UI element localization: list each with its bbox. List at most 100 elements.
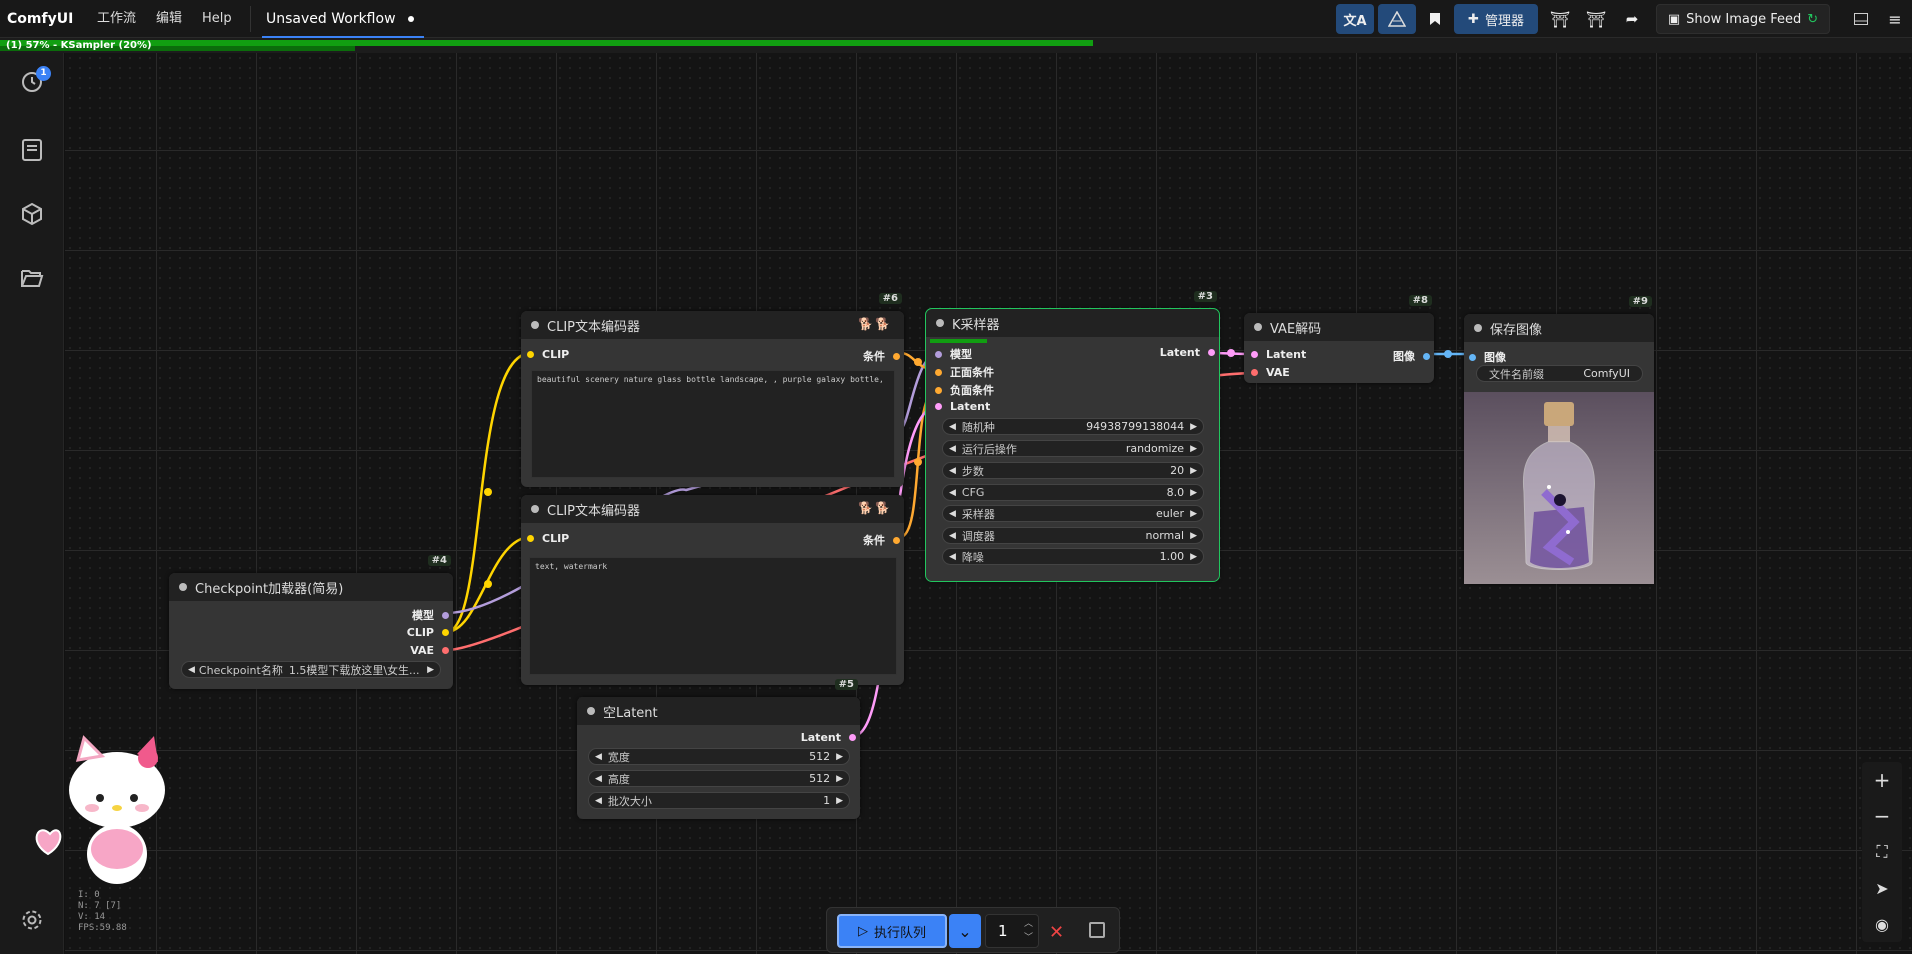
collapse-dot-icon[interactable] — [1254, 323, 1262, 331]
node-title[interactable]: CLIP文本编码器 — [521, 311, 904, 339]
arrow-left-icon[interactable]: ◀ — [188, 665, 195, 675]
arrow-left-icon[interactable]: ◀ — [949, 422, 956, 432]
collapse-dot-icon[interactable] — [1474, 324, 1482, 332]
widget-cfg[interactable]: ◀ CFG 8.0 ▶ — [942, 484, 1204, 501]
arrow-left-icon[interactable]: ◀ — [949, 531, 956, 541]
widget-value: 512 — [809, 750, 831, 763]
node-title[interactable]: CLIP文本编码器 — [521, 495, 904, 523]
arrow-left-icon[interactable]: ◀ — [949, 444, 956, 454]
run-queue-button[interactable]: ▷ 执行队列 — [837, 914, 947, 948]
arrow-right-icon[interactable]: ▶ — [1190, 466, 1197, 476]
node-badge-icons: 🐕🐕 — [858, 317, 892, 331]
run-label: 执行队列 — [873, 925, 926, 941]
output-conditioning[interactable]: 条件 — [863, 348, 900, 364]
collapse-dot-icon[interactable] — [587, 707, 595, 715]
run-mode-dropdown[interactable]: ⌄ — [949, 914, 981, 948]
arrow-right-icon[interactable]: ▶ — [1190, 444, 1197, 454]
pointer-mode-button[interactable]: ➤ — [1862, 870, 1902, 906]
widget-control-after-generate[interactable]: ◀ 运行后操作 randomize ▶ — [942, 440, 1204, 457]
node-empty-latent[interactable]: #5 空Latent Latent ◀ 宽度 512 ▶ ◀ 高度 512 ▶ ◀ 批次大小 1… — [577, 679, 860, 819]
slot-label: 图像 — [1393, 350, 1415, 363]
arrow-right-icon[interactable]: ▶ — [836, 752, 843, 762]
output-model[interactable]: 模型 — [412, 607, 449, 623]
widget-batch-size[interactable]: ◀ 批次大小 1 ▶ — [588, 792, 850, 809]
input-latent[interactable]: Latent — [935, 400, 990, 413]
node-title[interactable]: 空Latent — [577, 697, 860, 725]
stat-i: I: 0 — [78, 890, 100, 900]
node-title[interactable]: Checkpoint加载器(简易) — [169, 573, 453, 601]
plus-icon: + — [1873, 768, 1891, 792]
widget-width[interactable]: ◀ 宽度 512 ▶ — [588, 748, 850, 765]
node-checkpoint-loader[interactable]: #4 Checkpoint加载器(简易) 模型 CLIP VAE ◀ Check… — [169, 555, 453, 689]
arrow-left-icon[interactable]: ◀ — [949, 552, 956, 562]
prompt-textarea[interactable]: beautiful scenery nature glass bottle la… — [531, 370, 895, 478]
collapse-dot-icon[interactable] — [531, 505, 539, 513]
slot-label: CLIP — [542, 348, 570, 361]
node-title[interactable]: VAE解码 — [1244, 313, 1434, 341]
arrow-left-icon[interactable]: ◀ — [949, 509, 956, 519]
collapse-dot-icon[interactable] — [179, 583, 187, 591]
output-image-preview[interactable] — [1464, 392, 1654, 584]
node-id: #8 — [1408, 295, 1432, 306]
stepper-arrows-icon[interactable]: ︿ ﹀ — [1024, 917, 1033, 945]
arrow-right-icon[interactable]: ▶ — [1190, 422, 1197, 432]
slot-label: Latent — [800, 731, 841, 744]
arrow-right-icon[interactable]: ▶ — [427, 665, 434, 675]
output-latent[interactable]: Latent — [1160, 346, 1215, 359]
output-clip[interactable]: CLIP — [407, 626, 449, 639]
output-conditioning[interactable]: 条件 — [863, 532, 900, 548]
widget-label: 步数 — [961, 464, 984, 478]
widget-height[interactable]: ◀ 高度 512 ▶ — [588, 770, 850, 787]
input-vae[interactable]: VAE — [1251, 366, 1290, 379]
widget-sampler[interactable]: ◀ 采样器 euler ▶ — [942, 505, 1204, 522]
input-images[interactable]: 图像 — [1469, 349, 1506, 365]
arrow-left-icon[interactable]: ◀ — [595, 752, 602, 762]
prompt-textarea[interactable]: text, watermark — [529, 557, 897, 675]
arrow-right-icon[interactable]: ▶ — [1190, 509, 1197, 519]
input-clip[interactable]: CLIP — [527, 348, 569, 361]
collapse-dot-icon[interactable] — [936, 319, 944, 327]
arrow-left-icon[interactable]: ◀ — [949, 488, 956, 498]
output-latent[interactable]: Latent — [801, 731, 856, 744]
arrow-right-icon[interactable]: ▶ — [1190, 488, 1197, 498]
zoom-in-button[interactable]: + — [1862, 762, 1902, 798]
arrow-right-icon[interactable]: ▶ — [1190, 531, 1197, 541]
toggle-links-button[interactable]: ◉ — [1862, 906, 1902, 942]
node-save-image[interactable]: #9 保存图像 图像 文件名前缀 ComfyUI — [1464, 296, 1654, 584]
link-reroute-dot — [914, 458, 922, 466]
widget-denoise[interactable]: ◀ 降噪 1.00 ▶ — [942, 548, 1204, 565]
input-samples[interactable]: Latent — [1251, 348, 1306, 361]
checkpoint-name-combo[interactable]: ◀ Checkpoint名称 1.5模型下载放这里\女生... ▶ — [181, 661, 441, 678]
arrow-left-icon[interactable]: ◀ — [949, 466, 956, 476]
node-ksampler[interactable]: #3 K采样器 模型 Latent 正面条件 负面条件 Latent ◀ 随机种 9… — [925, 291, 1220, 582]
widget-seed[interactable]: ◀ 随机种 94938799138044 ▶ — [942, 418, 1204, 435]
batch-count-input[interactable]: 1 ︿ ﹀ — [985, 914, 1039, 948]
node-title[interactable]: K采样器 — [926, 309, 1219, 337]
widget-scheduler[interactable]: ◀ 调度器 normal ▶ — [942, 527, 1204, 544]
output-vae[interactable]: VAE — [410, 644, 449, 657]
cancel-queue-button[interactable]: ✕ — [1049, 922, 1064, 943]
arrow-right-icon[interactable]: ▶ — [836, 774, 843, 784]
input-positive[interactable]: 正面条件 — [935, 364, 994, 380]
node-clip-text-encode-negative[interactable]: CLIP文本编码器 🐕🐕 CLIP 条件 text, watermark — [521, 495, 904, 685]
widget-steps[interactable]: ◀ 步数 20 ▶ — [942, 462, 1204, 479]
node-title[interactable]: 保存图像 — [1464, 314, 1654, 342]
stop-button[interactable] — [1089, 922, 1105, 938]
input-clip[interactable]: CLIP — [527, 532, 569, 545]
node-vae-decode[interactable]: #8 VAE解码 Latent VAE 图像 — [1244, 295, 1434, 383]
widget-filename-prefix[interactable]: 文件名前缀 ComfyUI — [1476, 365, 1643, 382]
node-id: #6 — [878, 293, 902, 304]
arrow-left-icon[interactable]: ◀ — [595, 774, 602, 784]
arrow-left-icon[interactable]: ◀ — [595, 796, 602, 806]
collapse-dot-icon[interactable] — [531, 321, 539, 329]
node-title-text: CLIP文本编码器 — [547, 503, 640, 519]
output-image[interactable]: 图像 — [1393, 348, 1430, 364]
slot-label: CLIP — [406, 626, 434, 639]
arrow-right-icon[interactable]: ▶ — [836, 796, 843, 806]
input-model[interactable]: 模型 — [935, 346, 972, 362]
input-negative[interactable]: 负面条件 — [935, 382, 994, 398]
zoom-out-button[interactable]: − — [1862, 798, 1902, 834]
arrow-right-icon[interactable]: ▶ — [1190, 552, 1197, 562]
fit-view-button[interactable]: ⛶ — [1862, 834, 1902, 870]
node-clip-text-encode-positive[interactable]: #6 CLIP文本编码器 🐕🐕 CLIP 条件 beautiful scener… — [521, 293, 904, 487]
